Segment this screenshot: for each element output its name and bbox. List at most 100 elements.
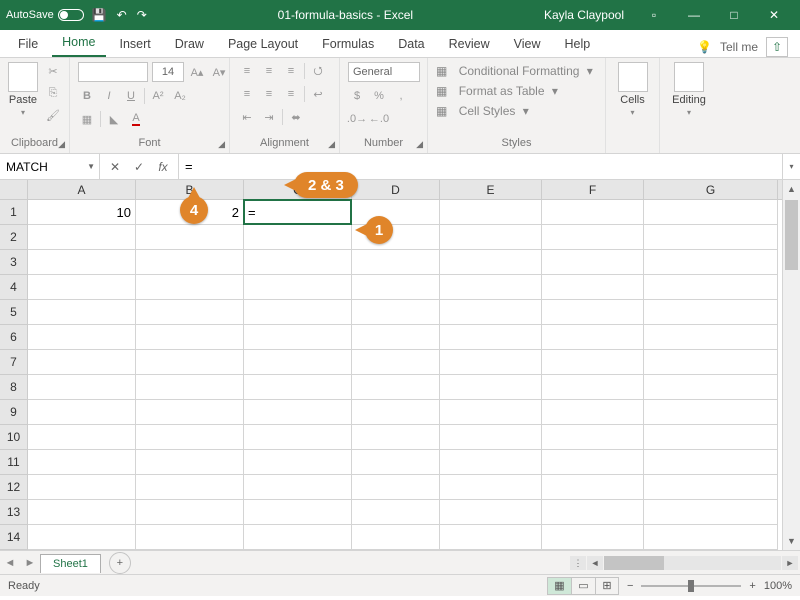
align-left-icon[interactable]: ≡ — [238, 85, 256, 103]
cell[interactable] — [28, 225, 136, 250]
cell[interactable] — [352, 250, 440, 275]
conditional-formatting-button[interactable]: ▦ Conditional Formatting ▾ — [436, 64, 593, 78]
paste-button[interactable]: Paste ▾ — [8, 62, 38, 117]
cell[interactable] — [28, 350, 136, 375]
column-header[interactable]: E — [440, 180, 542, 199]
row-header[interactable]: 2 — [0, 225, 27, 250]
format-painter-icon[interactable]: 🖌 — [44, 106, 62, 124]
cell[interactable] — [644, 450, 778, 475]
cell[interactable] — [542, 375, 644, 400]
cell[interactable] — [352, 450, 440, 475]
close-icon[interactable]: ✕ — [754, 0, 794, 30]
format-as-table-button[interactable]: ▦ Format as Table ▾ — [436, 84, 593, 98]
cell[interactable] — [244, 350, 352, 375]
cell[interactable] — [28, 400, 136, 425]
tab-review[interactable]: Review — [439, 32, 500, 57]
wrap-text-icon[interactable]: ↩ — [309, 85, 327, 103]
cell[interactable] — [244, 400, 352, 425]
zoom-slider[interactable] — [641, 585, 741, 587]
normal-view-button[interactable]: ▦ — [547, 577, 571, 595]
shrink-font-icon[interactable]: A▾ — [210, 63, 228, 81]
tab-formulas[interactable]: Formulas — [312, 32, 384, 57]
cell[interactable] — [352, 425, 440, 450]
tab-help[interactable]: Help — [555, 32, 601, 57]
cell[interactable] — [136, 450, 244, 475]
row-header[interactable]: 3 — [0, 250, 27, 275]
cell[interactable] — [440, 300, 542, 325]
cell[interactable] — [28, 425, 136, 450]
cell[interactable] — [542, 200, 644, 225]
cell[interactable] — [542, 275, 644, 300]
cell[interactable] — [440, 225, 542, 250]
cell[interactable] — [136, 350, 244, 375]
font-color-icon[interactable]: A — [127, 110, 145, 128]
tab-view[interactable]: View — [504, 32, 551, 57]
align-bottom-icon[interactable]: ≡ — [282, 62, 300, 80]
cell[interactable] — [352, 200, 440, 225]
align-center-icon[interactable]: ≡ — [260, 85, 278, 103]
cell[interactable] — [244, 525, 352, 550]
formula-input[interactable]: = — [179, 154, 782, 179]
editing-button[interactable]: Editing ▾ — [668, 62, 710, 117]
cell[interactable] — [352, 325, 440, 350]
cell[interactable] — [28, 275, 136, 300]
cell[interactable] — [28, 375, 136, 400]
cell[interactable] — [244, 450, 352, 475]
enter-formula-button[interactable]: ✓ — [128, 157, 150, 177]
cell[interactable] — [440, 275, 542, 300]
row-header[interactable]: 1 — [0, 200, 27, 225]
cell[interactable] — [644, 250, 778, 275]
expand-formula-bar[interactable]: ▾ — [782, 154, 800, 179]
font-family-select[interactable] — [78, 62, 148, 82]
underline-button[interactable]: U — [122, 87, 140, 105]
cell[interactable] — [352, 525, 440, 550]
superscript-icon[interactable]: A² — [149, 87, 167, 105]
cell[interactable] — [644, 200, 778, 225]
align-right-icon[interactable]: ≡ — [282, 85, 300, 103]
row-header[interactable]: 4 — [0, 275, 27, 300]
page-layout-view-button[interactable]: ▭ — [571, 577, 595, 595]
cell[interactable] — [136, 325, 244, 350]
cell[interactable] — [542, 250, 644, 275]
redo-icon[interactable]: ↷ — [137, 8, 147, 22]
cell[interactable] — [542, 525, 644, 550]
italic-button[interactable]: I — [100, 87, 118, 105]
share-button[interactable]: ⇧ — [766, 37, 788, 57]
zoom-level[interactable]: 100% — [764, 580, 792, 592]
zoom-out-button[interactable]: − — [627, 580, 633, 592]
maximize-icon[interactable]: □ — [714, 0, 754, 30]
sheet-nav-next[interactable]: ► — [20, 557, 40, 569]
decrease-decimal-icon[interactable]: ←.0 — [370, 110, 388, 128]
select-all-corner[interactable] — [0, 180, 28, 200]
cell[interactable] — [542, 500, 644, 525]
cell[interactable] — [352, 475, 440, 500]
font-size-select[interactable]: 14 — [152, 62, 184, 82]
cell[interactable] — [644, 500, 778, 525]
row-header[interactable]: 5 — [0, 300, 27, 325]
column-header[interactable]: G — [644, 180, 778, 199]
cell[interactable] — [244, 325, 352, 350]
cell[interactable] — [440, 375, 542, 400]
hscroll-track[interactable] — [604, 556, 781, 570]
insert-function-button[interactable]: fx — [152, 157, 174, 177]
cell[interactable] — [440, 475, 542, 500]
cell[interactable] — [440, 425, 542, 450]
row-header[interactable]: 7 — [0, 350, 27, 375]
row-header[interactable]: 8 — [0, 375, 27, 400]
currency-icon[interactable]: $ — [348, 87, 366, 105]
autosave-toggle[interactable]: AutoSave — [6, 9, 84, 21]
cell[interactable] — [644, 375, 778, 400]
cell[interactable] — [542, 350, 644, 375]
cell[interactable] — [542, 225, 644, 250]
row-header[interactable]: 14 — [0, 525, 27, 550]
cell[interactable] — [644, 475, 778, 500]
dialog-launcher-icon[interactable]: ◢ — [328, 139, 335, 150]
cell[interactable] — [542, 300, 644, 325]
name-box[interactable]: MATCH ▼ — [0, 154, 100, 179]
save-icon[interactable]: 💾 — [92, 8, 107, 22]
cell[interactable] — [136, 275, 244, 300]
borders-icon[interactable]: ▦ — [78, 110, 96, 128]
cell[interactable] — [644, 425, 778, 450]
align-top-icon[interactable]: ≡ — [238, 62, 256, 80]
undo-icon[interactable]: ↶ — [117, 8, 127, 22]
